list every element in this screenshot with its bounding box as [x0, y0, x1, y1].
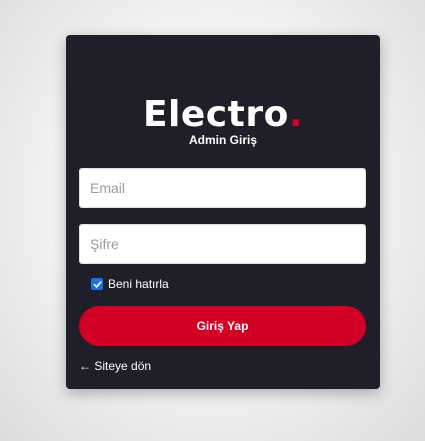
back-to-site-link[interactable]: ← Siteye dön [79, 359, 151, 373]
brand-name: Electro [142, 94, 289, 135]
email-field[interactable] [79, 168, 366, 208]
password-field[interactable] [79, 224, 366, 264]
remember-label: Beni hatırla [108, 277, 169, 291]
brand-logo: Electro. [66, 97, 380, 133]
login-button[interactable]: Giriş Yap [79, 306, 366, 346]
remember-me[interactable]: Beni hatırla [91, 277, 169, 291]
remember-checkbox[interactable] [91, 278, 103, 290]
login-title: Admin Giriş [188, 133, 257, 147]
check-icon [93, 280, 102, 288]
brand-dot: . [288, 94, 304, 135]
